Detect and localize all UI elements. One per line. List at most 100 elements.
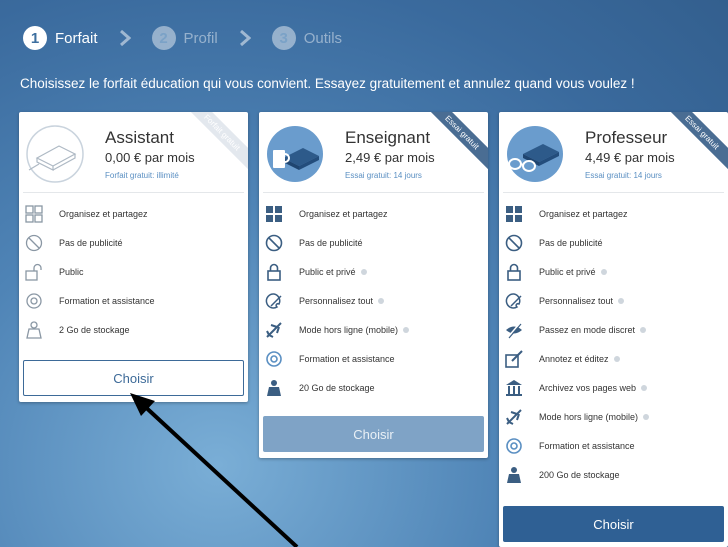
feature-label: Organisez et partagez [539,208,628,219]
feature-label: Public et privé [299,267,367,277]
feature-item: Organisez et partagez [499,199,728,228]
info-icon[interactable] [600,269,607,276]
plan-price: 4,49 € par mois [585,150,675,165]
feature-label: Personnalisez tout [299,296,385,306]
plan-card-enseignant: Enseignant 2,49 € par mois Essai gratuit… [259,112,488,458]
storage-icon [265,379,283,397]
feature-label: 2 Go de stockage [59,324,130,335]
feature-label: Passez en mode discret [539,324,647,335]
feature-item: Organisez et partagez [259,199,488,228]
lock-icon [265,263,283,281]
feature-item: Pas de publicité [259,228,488,257]
step-forfait[interactable]: 1 Forfait [23,26,98,50]
feature-item: Public et privé [259,257,488,286]
feature-label: Formation et assistance [59,295,155,306]
step-label: Outils [303,29,343,47]
feature-list: Organisez et partagez Pas de publicité P… [259,193,488,402]
lock-icon [505,263,523,281]
feature-label: Personnalisez tout [539,295,625,306]
info-icon[interactable] [378,298,385,305]
storage-icon [25,320,43,339]
feature-item: Formation et assistance [499,431,728,460]
no-ads-icon [265,234,283,252]
book-glasses-icon [507,126,563,182]
plan-name: Assistant [105,128,174,147]
airplane-icon [505,408,523,426]
step-label: Profil [183,29,218,47]
chevron-right-icon [98,30,152,46]
plan-price: 0,00 € par mois [105,150,195,165]
plan-card-professeur: Professeur 4,49 € par mois Essai gratuit… [499,112,728,547]
choose-button-enseignant[interactable]: Choisir [263,416,484,452]
feature-item: Annotez et éditez [499,344,728,373]
feature-item: Formation et assistance [19,286,248,315]
feature-label-text: Mode hors ligne (mobile) [539,411,639,422]
archive-icon [505,379,523,397]
feature-label: 20 Go de stockage [299,382,375,393]
support-icon [265,350,283,368]
feature-label: Pas de publicité [299,237,363,248]
unlock-icon [25,263,43,281]
book-mug-icon [267,126,323,182]
info-icon[interactable] [643,414,650,421]
plan-name: Enseignant [345,128,431,147]
feature-label-text: Personnalisez tout [539,295,614,306]
step-number: 2 [151,26,176,50]
support-icon [25,292,43,310]
plan-card-assistant: Assistant 0,00 € par mois Forfait gratui… [19,112,248,402]
feature-label: Mode hors ligne (mobile) [539,411,650,422]
organize-icon [505,205,523,223]
feature-label-text: Archivez vos pages web [539,382,637,393]
info-icon[interactable] [403,327,410,334]
feature-item: Public [19,257,248,286]
feature-item: Passez en mode discret [499,315,728,344]
feature-item: Pas de publicité [19,228,248,257]
feature-item: Personnalisez tout [499,286,728,315]
feature-label: Public [59,266,84,277]
choose-button-assistant[interactable]: Choisir [23,360,244,396]
palette-icon [505,292,523,310]
feature-label: Pas de publicité [539,237,603,248]
info-icon[interactable] [360,269,367,276]
step-profil[interactable]: 2 Profil [151,26,218,50]
feature-label: Pas de publicité [59,237,123,248]
plan-trial: Forfait gratuit: illimité [105,171,179,180]
feature-item: Public et privé [499,257,728,286]
feature-item: Archivez vos pages web [499,373,728,402]
organize-icon [25,204,43,223]
feature-item: Mode hors ligne (mobile) [499,402,728,431]
airplane-icon [265,321,283,339]
choose-button-professeur[interactable]: Choisir [503,506,724,542]
step-number: 1 [23,26,47,50]
feature-label-text: Public et privé [299,266,356,277]
feature-label: Organisez et partagez [299,208,388,219]
plan-name: Professeur [585,128,668,147]
palette-icon [265,292,283,310]
feature-item: Organisez et partagez [19,199,248,228]
feature-label-text: Passez en mode discret [539,324,636,335]
plan-price: 2,49 € par mois [345,150,435,165]
no-ads-icon [25,234,43,252]
info-icon[interactable] [618,298,625,305]
feature-list: Organisez et partagez Pas de publicité P… [19,193,248,344]
chevron-right-icon [218,30,272,46]
storage-icon [505,466,523,484]
info-icon[interactable] [640,327,647,334]
feature-label-text: Mode hors ligne (mobile) [299,324,399,335]
feature-label: Public et privé [539,267,607,277]
step-label: Forfait [55,29,98,47]
feature-item: Pas de publicité [499,228,728,257]
plan-trial: Essai gratuit: 14 jours [585,171,662,180]
feature-label: 200 Go de stockage [539,469,620,480]
feature-item: 20 Go de stockage [259,373,488,402]
step-outils[interactable]: 3 Outils [271,26,343,50]
step-number: 3 [271,26,296,50]
feature-list: Organisez et partagez Pas de publicité P… [499,193,728,489]
feature-label: Archivez vos pages web [539,382,648,393]
info-icon[interactable] [613,356,620,363]
feature-item: Formation et assistance [259,344,488,373]
annotate-icon [505,349,523,368]
hidden-eye-icon [505,321,523,339]
progress-steps: 1 Forfait 2 Profil 3 Outils [23,26,342,50]
info-icon[interactable] [641,385,648,392]
